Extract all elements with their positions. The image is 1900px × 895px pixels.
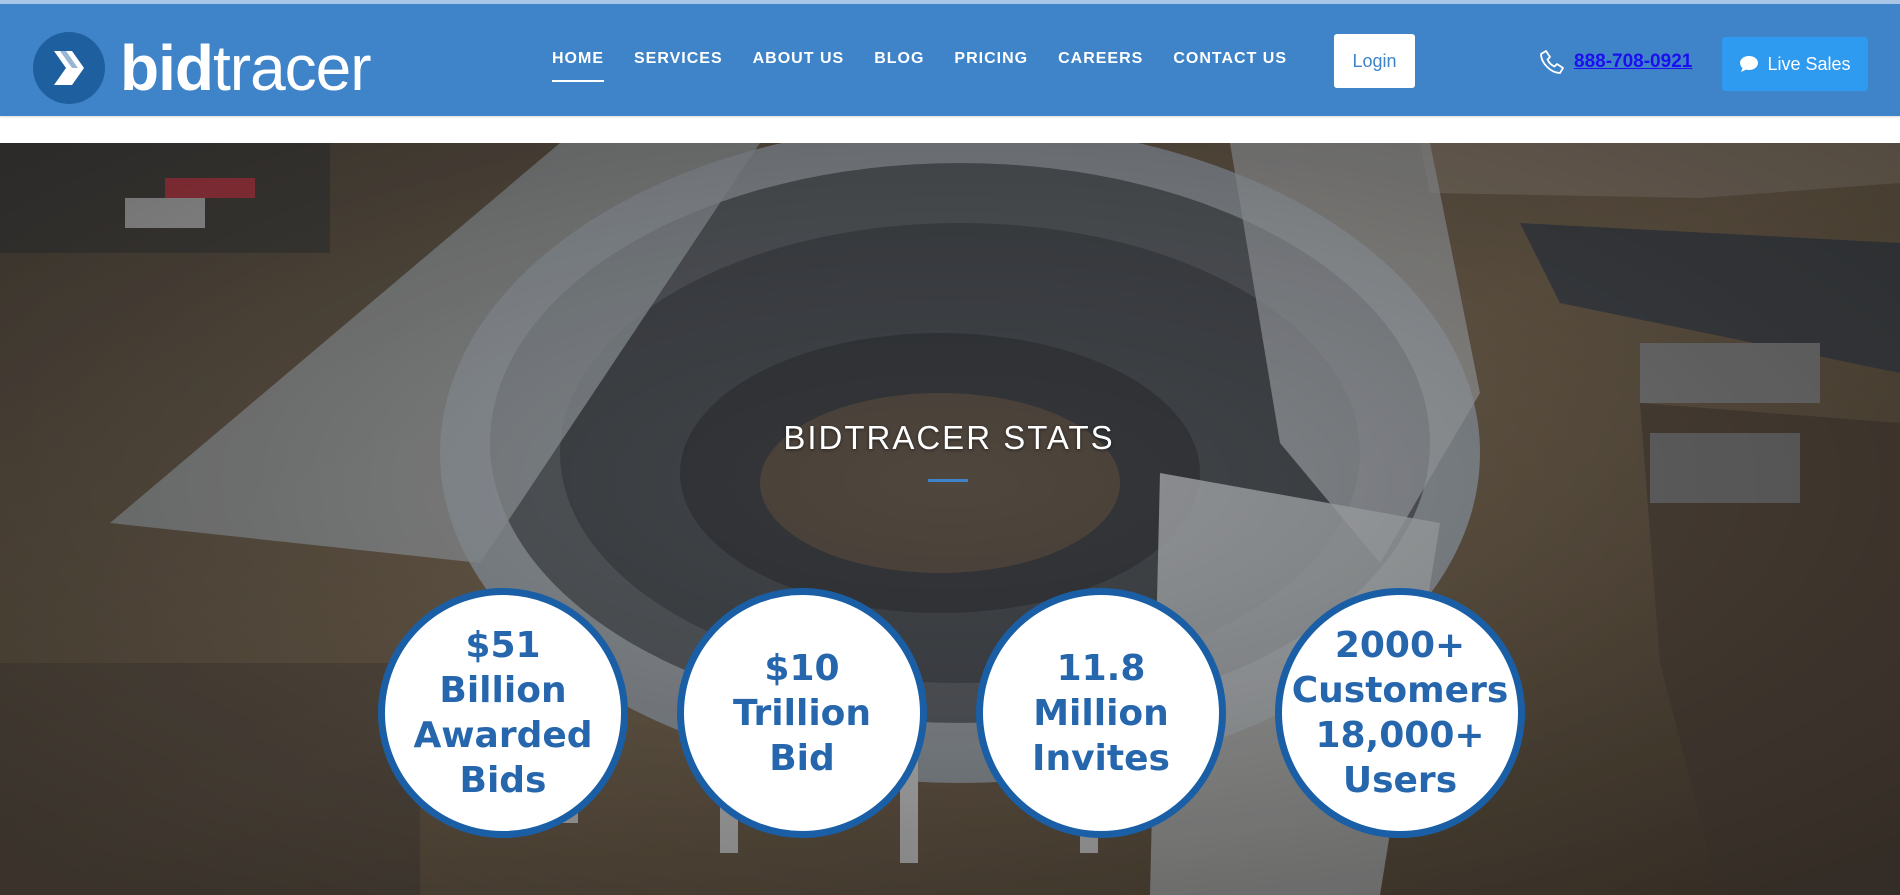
stat-invites-text: 11.8 Million Invites xyxy=(1032,647,1170,779)
phone-icon xyxy=(1540,50,1564,74)
nav-careers[interactable]: CAREERS xyxy=(1058,50,1143,82)
nav-home[interactable]: HOME xyxy=(552,50,604,82)
main-nav: HOME SERVICES ABOUT US BLOG PRICING CARE… xyxy=(552,50,1317,82)
nav-contact-us[interactable]: CONTACT US xyxy=(1173,50,1287,82)
site-header: bidtracer HOME SERVICES ABOUT US BLOG PR… xyxy=(0,4,1900,116)
phone-number-link[interactable]: 888-708-0921 xyxy=(1574,51,1692,73)
stat-total-bid-text: $10 Trillion Bid xyxy=(732,647,872,779)
chat-bubble-icon xyxy=(1740,56,1759,72)
stats-hero: BIDTRACER STATS $51 Billion Awarded Bids… xyxy=(0,143,1900,895)
stat-invites: 11.8 Million Invites xyxy=(976,588,1226,838)
phone-contact: 888-708-0921 xyxy=(1538,48,1692,76)
nav-pricing[interactable]: PRICING xyxy=(954,50,1028,82)
title-underline xyxy=(928,479,968,482)
logo-text-light: tracer xyxy=(212,32,372,104)
login-button[interactable]: Login xyxy=(1334,34,1415,88)
live-sales-label: Live Sales xyxy=(1767,53,1851,74)
stat-customers-users: 2000+ Customers 18,000+ Users xyxy=(1275,588,1525,838)
stat-awarded-bids: $51 Billion Awarded Bids xyxy=(378,588,628,838)
logo-text-bold: bid xyxy=(120,32,214,104)
nav-blog[interactable]: BLOG xyxy=(874,50,924,82)
logo-wordmark: bidtracer xyxy=(120,36,372,100)
bidtracer-logo[interactable]: bidtracer xyxy=(32,30,372,106)
stat-awarded-bids-text: $51 Billion Awarded Bids xyxy=(413,625,593,801)
nav-services[interactable]: SERVICES xyxy=(634,50,723,82)
stat-total-bid: $10 Trillion Bid xyxy=(677,588,927,838)
stat-customers-users-text: 2000+ Customers 18,000+ Users xyxy=(1291,625,1509,801)
nav-about-us[interactable]: ABOUT US xyxy=(753,50,845,82)
stadium-construction-photo xyxy=(0,143,1900,895)
bidtracer-logo-mark-icon xyxy=(33,32,105,104)
live-sales-button[interactable]: Live Sales xyxy=(1722,37,1868,91)
stats-title: BIDTRACER STATS xyxy=(783,419,1115,456)
